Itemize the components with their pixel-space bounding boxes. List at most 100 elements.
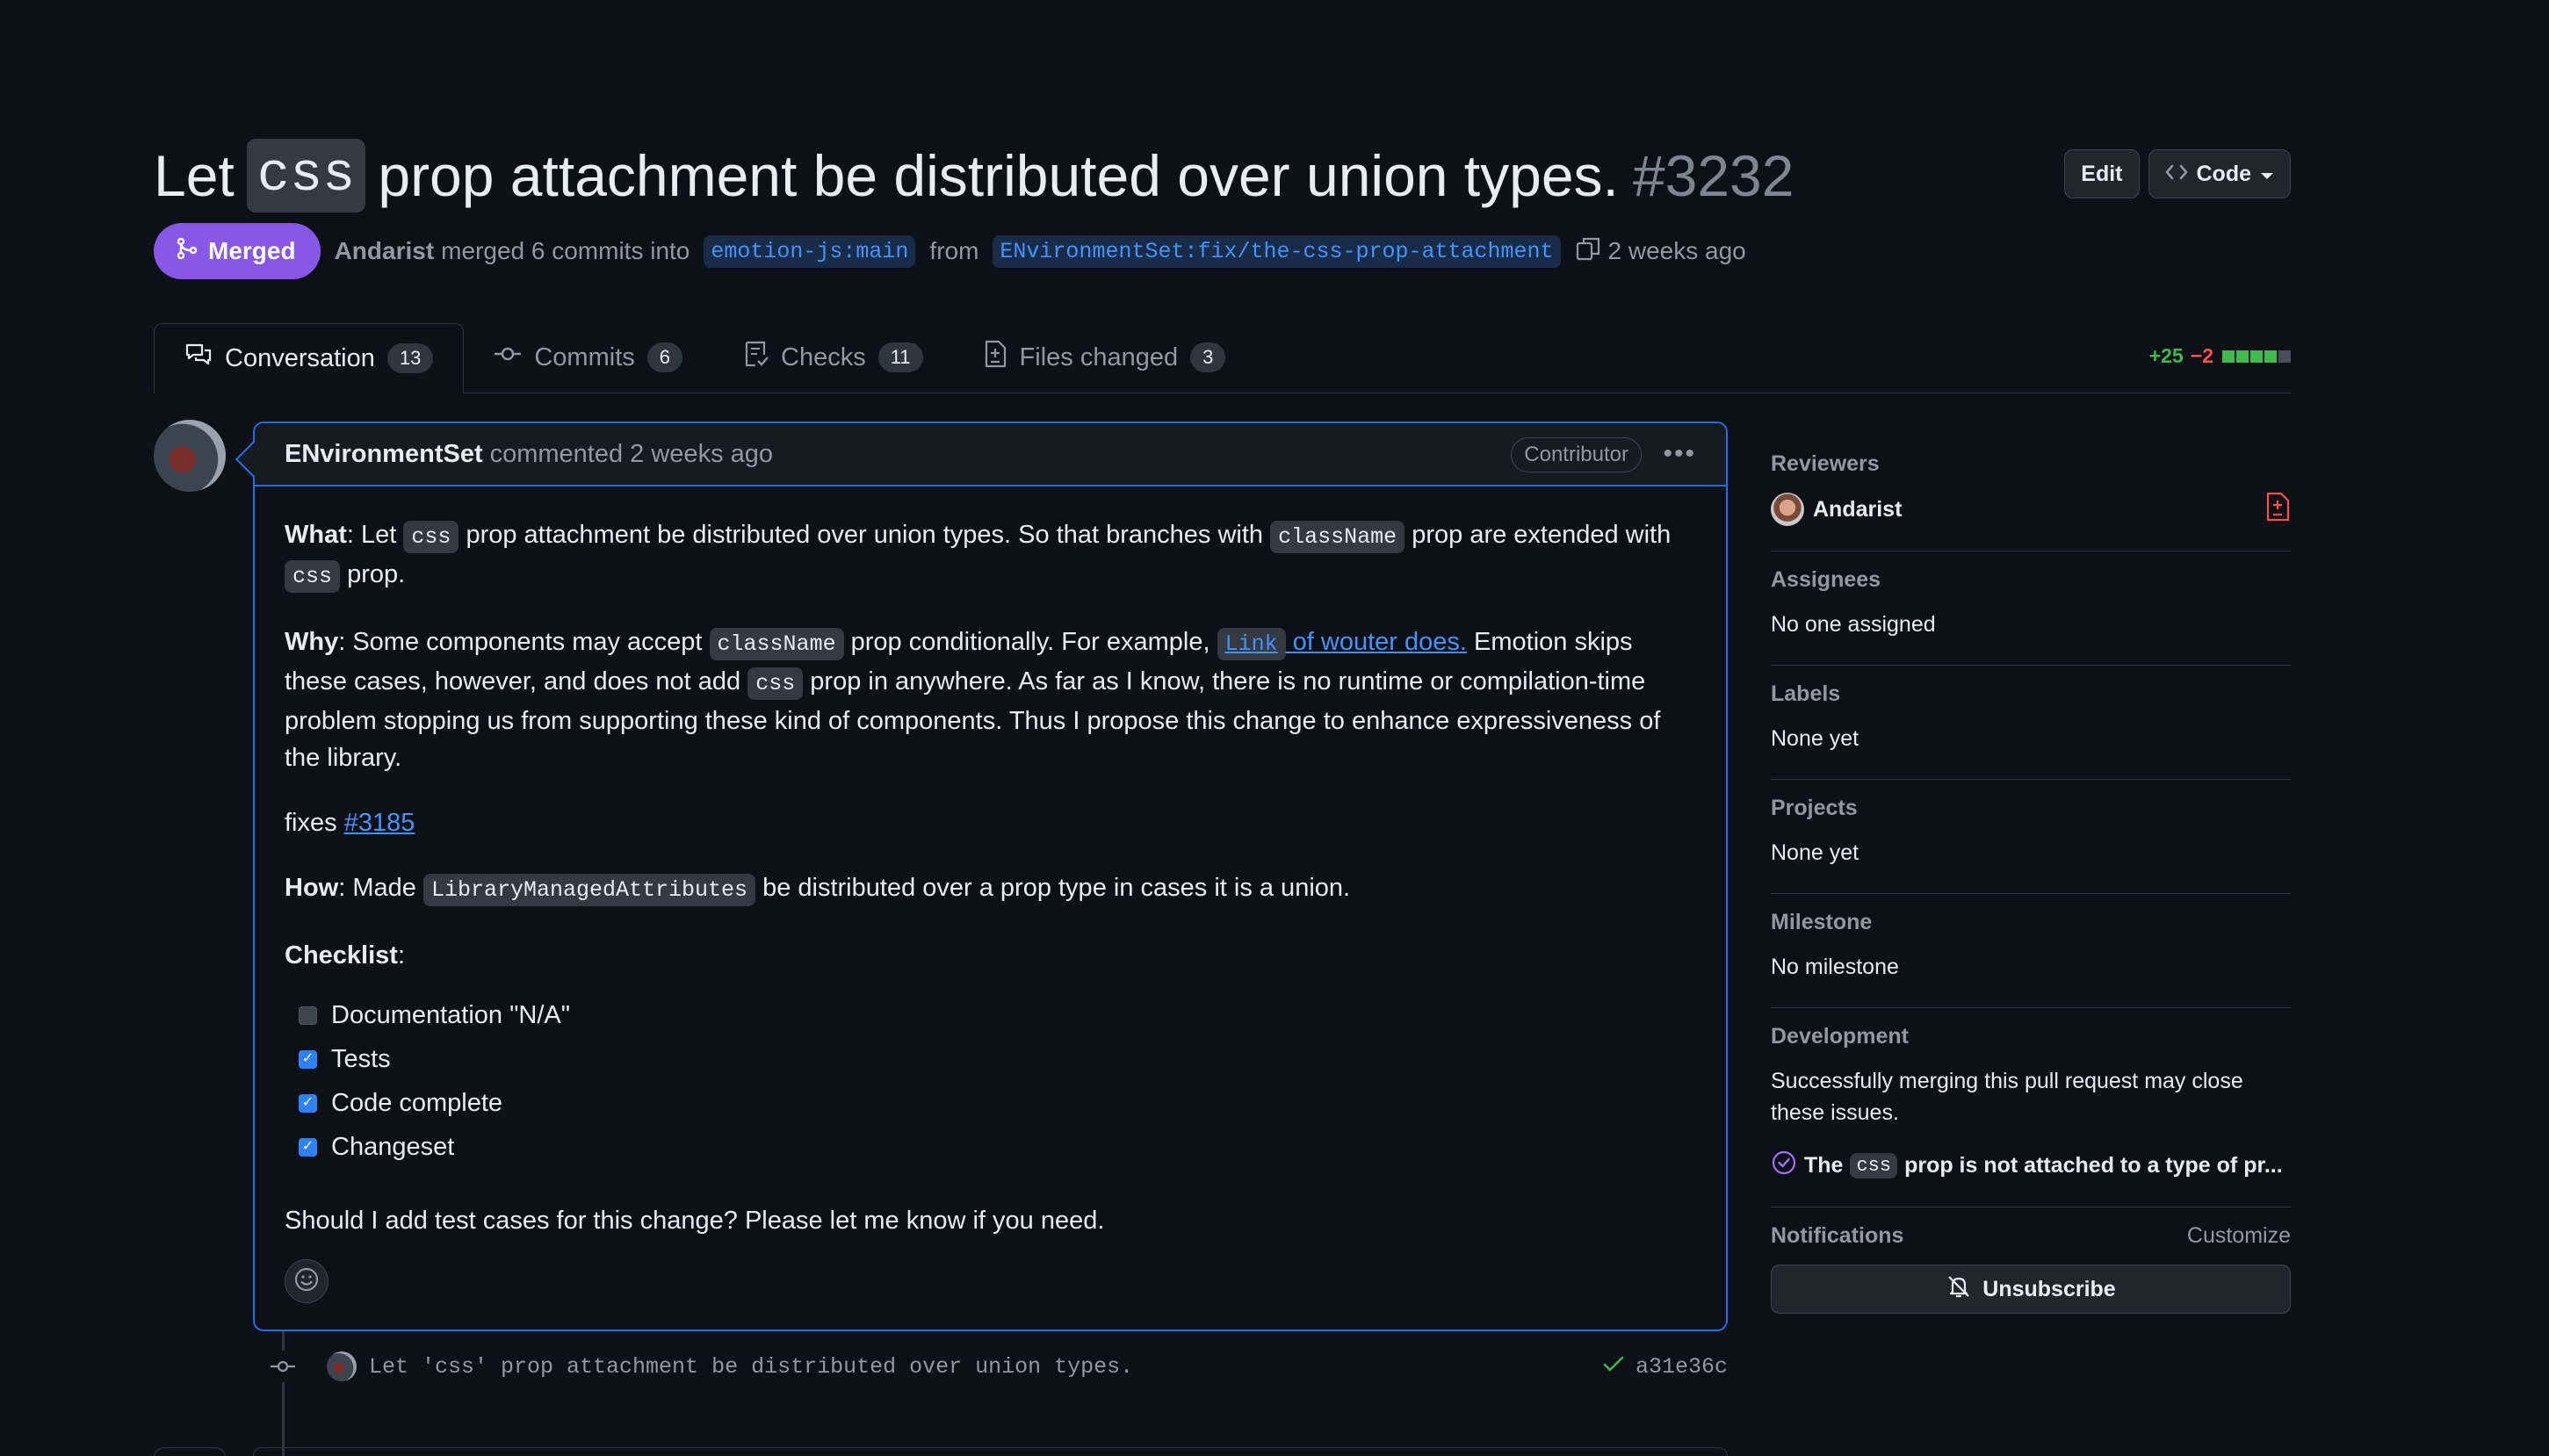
avatar	[1771, 493, 1804, 526]
tab-counter: 3	[1190, 342, 1226, 372]
checklist-label: Checklist	[285, 941, 398, 969]
avatar[interactable]	[154, 420, 226, 492]
wouter-link[interactable]: Link of wouter does.	[1217, 628, 1467, 660]
edit-button[interactable]: Edit	[2064, 149, 2140, 198]
how-text-1: : Made	[338, 874, 416, 902]
sidebar-value: None yet	[1771, 840, 1859, 865]
git-commit-icon	[267, 1351, 299, 1382]
tab-label: Conversation	[225, 343, 375, 372]
sidebar-milestone: Milestone No milestone	[1771, 894, 2291, 1008]
tab-files-changed[interactable]: Files changed 3	[953, 322, 1256, 393]
sidebar-title[interactable]: Reviewers	[1771, 451, 2291, 477]
tab-conversation[interactable]: Conversation 13	[154, 323, 465, 393]
reviewer-item[interactable]: Andarist	[1771, 493, 2291, 526]
sidebar-labels: Labels None yet	[1771, 666, 2291, 780]
customize-link[interactable]: Customize	[2187, 1223, 2291, 1249]
commit-message[interactable]: Let 'css' prop attachment be distributed…	[369, 1354, 1133, 1380]
merger-name[interactable]: Andarist	[335, 237, 435, 265]
merge-action: merged 6 commits into	[441, 237, 690, 264]
checkbox[interactable]: ✓	[299, 1093, 317, 1113]
issue-title-pre: The	[1804, 1153, 1844, 1178]
sidebar-title[interactable]: Projects	[1771, 796, 2291, 821]
diffstat-square	[2250, 350, 2263, 363]
tab-label: Checks	[781, 342, 866, 371]
tab-counter: 11	[877, 342, 923, 372]
sidebar-title[interactable]: Assignees	[1771, 567, 2291, 593]
what-paragraph: What: Let css prop attachment be distrib…	[285, 516, 1696, 595]
why-label: Why	[285, 628, 339, 656]
what-text-4: prop.	[347, 560, 406, 588]
why-paragraph: Why: Some components may accept classNam…	[285, 623, 1696, 776]
header-actions: Edit Code	[2064, 149, 2291, 198]
code-label: Code	[2196, 161, 2252, 186]
tab-checks[interactable]: Checks 11	[712, 322, 953, 393]
task-label: Code complete	[331, 1089, 503, 1117]
sidebar-development: Development Successfully merging this pu…	[1771, 1008, 2291, 1207]
sidebar-title[interactable]: Milestone	[1771, 910, 2291, 935]
pr-title: Let css prop attachment be distributed o…	[154, 139, 1794, 213]
inline-code: css	[1850, 1153, 1898, 1178]
task-label: Tests	[331, 1045, 391, 1073]
sidebar-projects: Projects None yet	[1771, 780, 2291, 894]
file-diff-icon	[983, 340, 1007, 375]
edit-label: Edit	[2081, 161, 2123, 186]
issue-closed-icon	[1771, 1150, 1797, 1182]
base-branch[interactable]: emotion-js:main	[704, 234, 916, 268]
diffstat-square	[2278, 350, 2291, 363]
status-label: Merged	[208, 237, 296, 264]
copy-icon[interactable]	[1575, 235, 1601, 268]
sidebar-value: No one assigned	[1771, 612, 1936, 637]
avatar[interactable]	[327, 1351, 357, 1381]
commit-sha[interactable]: a31e36c	[1636, 1354, 1728, 1380]
inline-code: className	[1270, 521, 1405, 553]
sidebar-title[interactable]: Labels	[1771, 681, 2291, 707]
sidebar-value: No milestone	[1771, 955, 1899, 979]
unsubscribe-button[interactable]: Unsubscribe	[1771, 1265, 2291, 1314]
title-suffix: prop attachment be distributed over unio…	[378, 143, 1619, 208]
add-reaction-button[interactable]	[285, 1259, 329, 1303]
issue-link[interactable]: #3185	[344, 809, 415, 837]
checklist-colon: :	[397, 941, 406, 969]
sidebar-assignees: Assignees No one assigned	[1771, 551, 2291, 666]
status-badge: Merged	[154, 223, 321, 279]
comment-author[interactable]: ENvironmentSet	[285, 440, 483, 469]
how-text-2: be distributed over a prop type in cases…	[762, 874, 1351, 902]
comment-meta: commented 2 weeks ago	[489, 439, 774, 468]
pr-number: #3232	[1632, 143, 1794, 208]
how-label: How	[285, 874, 339, 902]
sidebar-value: None yet	[1771, 726, 1859, 751]
unsubscribe-label: Unsubscribe	[1982, 1276, 2116, 1301]
what-label: What	[285, 521, 347, 549]
check-icon[interactable]	[1602, 1354, 1625, 1380]
how-paragraph: How: Made LibraryManagedAttributes be di…	[285, 869, 1696, 909]
what-text-3: prop are extended with	[1412, 521, 1672, 549]
linked-issue[interactable]: The css prop is not attached to a type o…	[1771, 1150, 2291, 1182]
deletions-count: −2	[2190, 344, 2213, 367]
diffstat[interactable]: +25 −2	[2149, 344, 2291, 368]
comment-body: What: Let css prop attachment be distrib…	[255, 487, 1726, 1239]
checkbox[interactable]: ✓	[299, 1049, 317, 1069]
checklist-icon	[742, 340, 769, 375]
closing-paragraph: Should I add test cases for this change?…	[285, 1207, 1105, 1235]
sidebar-reviewers: Reviewers Andarist	[1771, 436, 2291, 551]
checkbox[interactable]	[299, 1006, 317, 1025]
next-avatar	[154, 1447, 226, 1456]
smiley-icon	[293, 1266, 320, 1297]
tab-commits[interactable]: Commits 6	[464, 322, 712, 393]
notifications-header: Notifications Customize	[1771, 1223, 2291, 1249]
task-item: ✓ Tests	[299, 1037, 1696, 1081]
code-button[interactable]: Code	[2148, 149, 2291, 198]
head-branch[interactable]: ENvironmentSet:fix/the-css-prop-attachme…	[993, 234, 1561, 268]
kebab-horizontal-icon[interactable]: •••	[1663, 439, 1696, 469]
file-diff-icon[interactable]	[2264, 492, 2291, 526]
task-label: Documentation "N/A"	[331, 1001, 571, 1029]
diffstat-square	[2264, 350, 2277, 363]
task-item: ✓ Code complete	[299, 1081, 1696, 1125]
sidebar-title[interactable]: Development	[1771, 1024, 2291, 1049]
sidebar-notifications: Notifications Customize Unsubscribe	[1771, 1207, 2291, 1338]
reviewer-name: Andarist	[1813, 496, 1903, 522]
tab-counter: 6	[646, 342, 682, 372]
checkbox[interactable]: ✓	[299, 1137, 317, 1157]
diffstat-bar	[2220, 344, 2291, 368]
checklist-heading: Checklist:	[285, 937, 1696, 974]
